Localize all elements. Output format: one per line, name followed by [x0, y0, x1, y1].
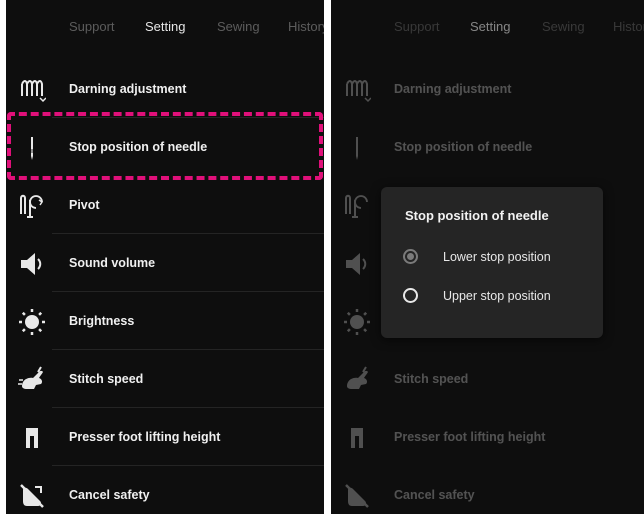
- setting-label: Pivot: [69, 198, 100, 212]
- setting-label: Sound volume: [69, 256, 156, 270]
- option-label: Lower stop position: [443, 250, 551, 264]
- tab-support[interactable]: Support: [69, 19, 115, 34]
- option-lower-stop-position[interactable]: Lower stop position: [381, 240, 603, 274]
- setting-label: Stop position of needle: [394, 140, 533, 154]
- setting-item-cancel-safety[interactable]: Cancel safety: [331, 466, 644, 514]
- setting-item-brightness[interactable]: Brightness: [6, 292, 324, 350]
- tab-bar: Support Setting Sewing History: [331, 0, 644, 56]
- setting-item-stitch-speed[interactable]: Stitch speed: [331, 350, 644, 408]
- radio-unselected[interactable]: [403, 288, 418, 303]
- tab-sewing[interactable]: Sewing: [217, 19, 260, 34]
- tab-sewing[interactable]: Sewing: [542, 19, 585, 34]
- sun-icon: [18, 308, 46, 336]
- pivot-icon: [18, 192, 46, 220]
- setting-item-pivot[interactable]: Pivot: [6, 176, 324, 234]
- tab-support[interactable]: Support: [394, 19, 440, 34]
- setting-item-sound-volume[interactable]: Sound volume: [6, 234, 324, 292]
- rabbit-icon: [18, 366, 46, 394]
- setting-item-stitch-speed[interactable]: Stitch speed: [6, 350, 324, 408]
- setting-item-presser-foot-lifting-height[interactable]: Presser foot lifting height: [331, 408, 644, 466]
- setting-item-cancel-safety[interactable]: Cancel safety: [6, 466, 324, 514]
- radio-selected[interactable]: [403, 249, 418, 264]
- tab-bar: Support Setting Sewing History: [6, 0, 324, 56]
- cancel-safety-icon: [18, 482, 46, 510]
- setting-label: Presser foot lifting height: [394, 430, 546, 444]
- setting-label: Stitch speed: [69, 372, 144, 386]
- setting-label: Stitch speed: [394, 372, 469, 386]
- speaker-icon: [343, 250, 371, 278]
- speaker-icon: [18, 250, 46, 278]
- presser-foot-icon: [343, 424, 371, 452]
- tab-setting[interactable]: Setting: [470, 19, 510, 34]
- stop-position-dialog: Stop position of needle Lower stop posit…: [381, 187, 603, 338]
- tab-history[interactable]: History: [613, 19, 644, 34]
- setting-label: Presser foot lifting height: [69, 430, 221, 444]
- dialog-title: Stop position of needle: [405, 208, 549, 223]
- setting-label: Darning adjustment: [69, 82, 187, 96]
- setting-label: Brightness: [69, 314, 135, 328]
- setting-label: Cancel safety: [69, 488, 150, 502]
- settings-panel-left: Support Setting Sewing History Darning a…: [6, 0, 324, 514]
- setting-item-darning-adjustment[interactable]: Darning adjustment: [331, 60, 644, 118]
- tab-history[interactable]: History: [288, 19, 324, 34]
- highlight-frame: [7, 112, 323, 180]
- setting-item-darning-adjustment[interactable]: Darning adjustment: [6, 60, 324, 118]
- tab-setting[interactable]: Setting: [145, 19, 185, 34]
- settings-panel-right: Support Setting Sewing History Darning a…: [331, 0, 644, 514]
- setting-label: Darning adjustment: [394, 82, 512, 96]
- option-upper-stop-position[interactable]: Upper stop position: [381, 279, 603, 313]
- rabbit-icon: [343, 366, 371, 394]
- setting-item-presser-foot-lifting-height[interactable]: Presser foot lifting height: [6, 408, 324, 466]
- cancel-safety-icon: [343, 482, 371, 510]
- setting-item-stop-position-of-needle[interactable]: Stop position of needle: [331, 118, 644, 176]
- setting-label: Cancel safety: [394, 488, 475, 502]
- darning-icon: [18, 76, 46, 104]
- pivot-icon: [343, 192, 371, 220]
- needle-icon: [343, 134, 371, 162]
- sun-icon: [343, 308, 371, 336]
- option-label: Upper stop position: [443, 289, 551, 303]
- presser-foot-icon: [18, 424, 46, 452]
- darning-icon: [343, 76, 371, 104]
